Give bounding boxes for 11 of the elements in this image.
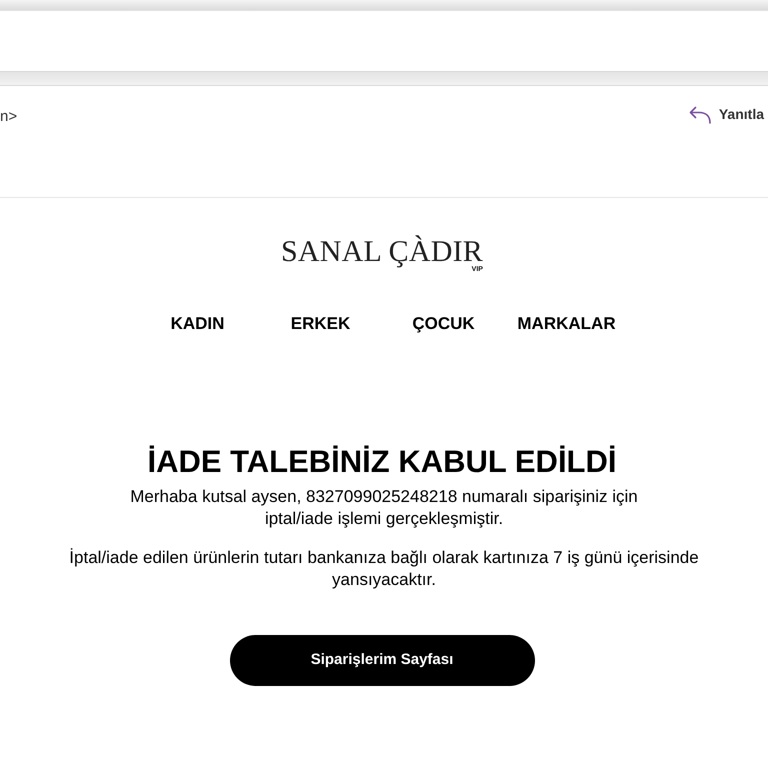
nav-link[interactable]: ERKEK bbox=[259, 314, 382, 334]
nav-link[interactable]: MARKALAR bbox=[505, 314, 628, 334]
nav-link[interactable]: ÇOCUK bbox=[382, 314, 505, 334]
email-paragraph: Merhaba kutsal aysen, 8327099025248218 numaralı siparişiniz için iptal/iade işlemi gerçekleşmiştir. bbox=[129, 486, 639, 530]
email-heading: İADE TALEBİNİZ KABUL EDİLDİ bbox=[146, 445, 618, 479]
orders-page-button[interactable]: Siparişlerim Sayfası bbox=[230, 635, 534, 686]
sender-address-text: n> bbox=[0, 107, 18, 127]
reply-arrow-icon bbox=[688, 106, 711, 124]
nav-link[interactable]: KADIN bbox=[136, 314, 259, 334]
email-paragraph: İptal/iade edilen ürünlerin tutarı bankanıza bağlı olarak kartınıza 7 iş günü içerisinde yansıyacaktır. bbox=[68, 547, 700, 591]
reply-button[interactable]: Yanıtla bbox=[686, 102, 766, 127]
